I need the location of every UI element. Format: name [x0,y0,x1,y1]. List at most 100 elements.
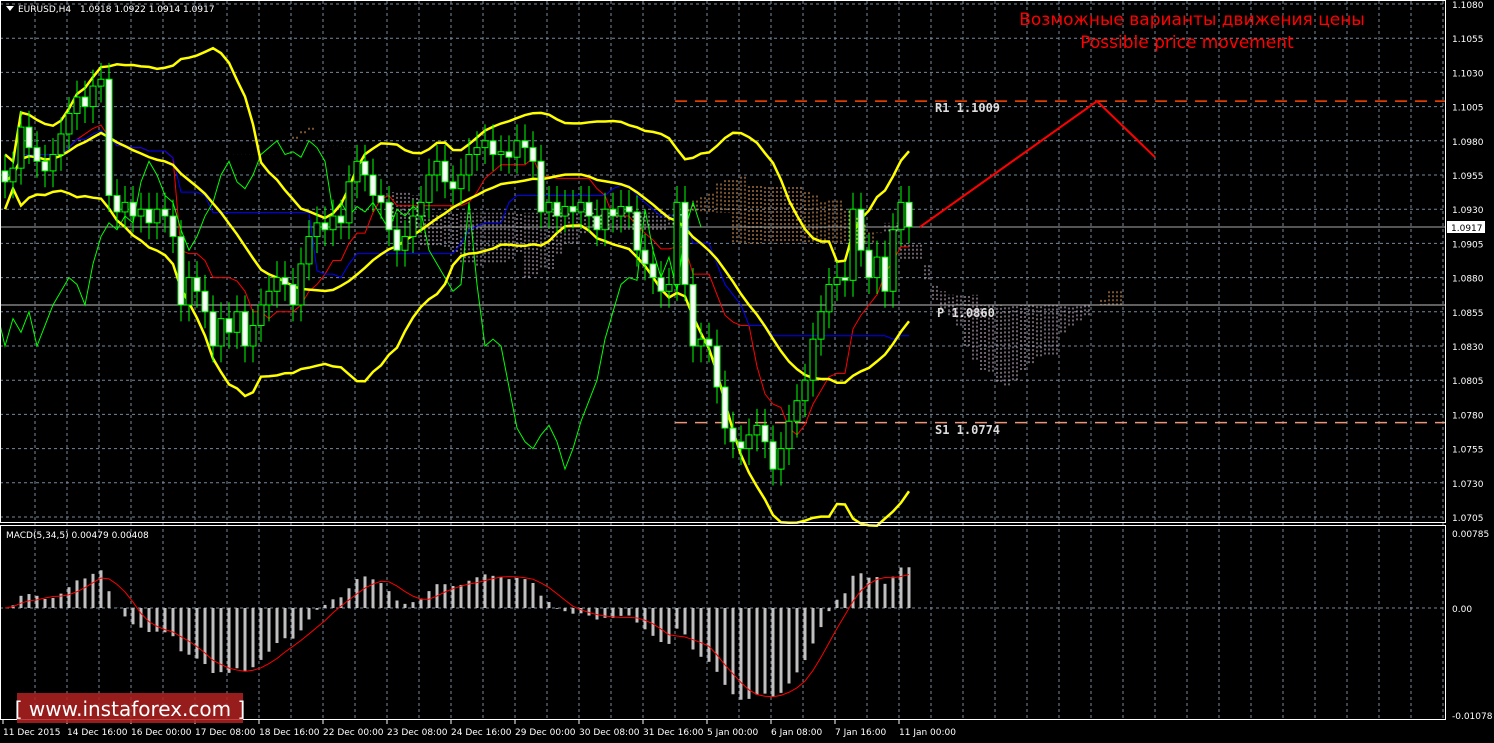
candle-body [721,386,729,429]
candle-body [665,283,673,292]
annotation-ru: Возможные варианты движения цены [1019,10,1365,30]
candle [217,302,225,363]
candle [545,185,553,229]
candle [369,158,377,212]
watermark-text: [ www.instaforex.com ] [15,697,246,721]
candle [49,138,57,188]
candle-body [777,448,785,470]
candle-body [353,160,361,183]
candle-body [401,236,409,251]
candle-body [817,311,825,340]
candle-body [97,78,105,87]
candle-body [489,140,497,155]
candle [249,309,257,363]
candle-body [49,153,57,172]
candle-body [729,427,737,443]
s1-label: S1 1.0774 [935,423,1000,437]
candle-body [657,277,665,292]
candle [345,165,353,240]
chikou-line [0,139,702,471]
candle [1,154,9,199]
candle-body [113,195,121,213]
price-tick: 1.0855 [1452,309,1484,319]
candle-body [809,338,817,381]
indicator-lines [0,46,1445,528]
candle-body [569,205,577,213]
candle-body [769,441,777,470]
candle-body [841,277,849,281]
candle-body [265,290,273,306]
candle [673,185,681,301]
macd-tick-top: 0.00785 [1452,530,1489,540]
time-label: 29 Dec 00:00 [515,728,576,738]
price-tick: 1.0755 [1452,446,1484,456]
tenkan-line [4,124,909,436]
candle [777,432,785,486]
candle [761,408,769,459]
candle [841,261,849,297]
collapse-triangle-icon[interactable] [6,6,14,11]
candle-body [513,140,521,158]
candle [745,418,753,466]
chart-window[interactable]: 1.1080 1.1055 1.1030 1.1005 1.0980 1.0955 1.09… [0,0,1494,743]
candle [713,329,721,404]
macd-frame [0,525,1446,720]
candle-body [321,222,329,231]
price-tick: 1.1080 [1452,1,1484,11]
candle-body [433,160,441,176]
candle [825,268,833,329]
candle-body [385,201,393,231]
macd-label: MACD(5,34,5) 0.00479 0.00408 [6,531,149,541]
candle-body [169,215,177,238]
candle [753,408,761,452]
price-tick: 1.1055 [1452,35,1484,45]
price-tick: 1.0980 [1452,138,1484,148]
symbol-header: EURUSD,H4 [18,5,71,15]
candle [145,192,153,240]
candle-body [681,201,689,285]
candle-body [329,215,337,231]
time-label: 11 Dec 2015 [3,728,61,738]
time-label: 7 Jan 16:00 [835,728,887,738]
candle [881,240,889,308]
pivot-label: P 1.0860 [937,306,995,320]
candle-body [161,208,169,217]
price-tick: 1.1005 [1452,104,1484,114]
candle-body [737,441,745,450]
candle-body [481,140,489,149]
candle-body [9,167,17,183]
candle [617,190,625,233]
candle-body [425,174,433,203]
candle-body [289,283,297,306]
time-label: 16 Dec 00:00 [131,728,192,738]
candle-body [65,112,73,135]
price-tick: 1.0830 [1452,343,1484,353]
candle [809,322,817,397]
candle-body [873,256,881,279]
candle-body [897,201,905,231]
candle-body [649,263,657,279]
time-label: 23 Dec 08:00 [387,728,448,738]
price-tick: 1.0905 [1452,240,1484,250]
candle [857,192,865,267]
time-label: 24 Dec 16:00 [451,728,512,738]
candle-body [753,424,761,436]
candle [849,192,857,297]
candle-body [625,205,633,213]
price-tick: 1.0930 [1452,206,1484,216]
candle-body [713,345,721,388]
candle-body [529,147,537,162]
candle-body [905,201,913,228]
candle-body [201,290,209,313]
candle-body [521,140,529,149]
candle [625,190,633,229]
time-label: 11 Jan 00:00 [899,728,956,738]
time-label: 30 Dec 08:00 [579,728,640,738]
candle-body [561,205,569,217]
candle-body [345,181,353,224]
candle-body [17,126,25,169]
candle [649,247,657,295]
candle [529,131,537,178]
price-tick: 1.0780 [1452,411,1484,421]
chart-canvas[interactable]: 1.1080 1.1055 1.1030 1.1005 1.0980 1.0955 1.09… [0,0,1494,743]
